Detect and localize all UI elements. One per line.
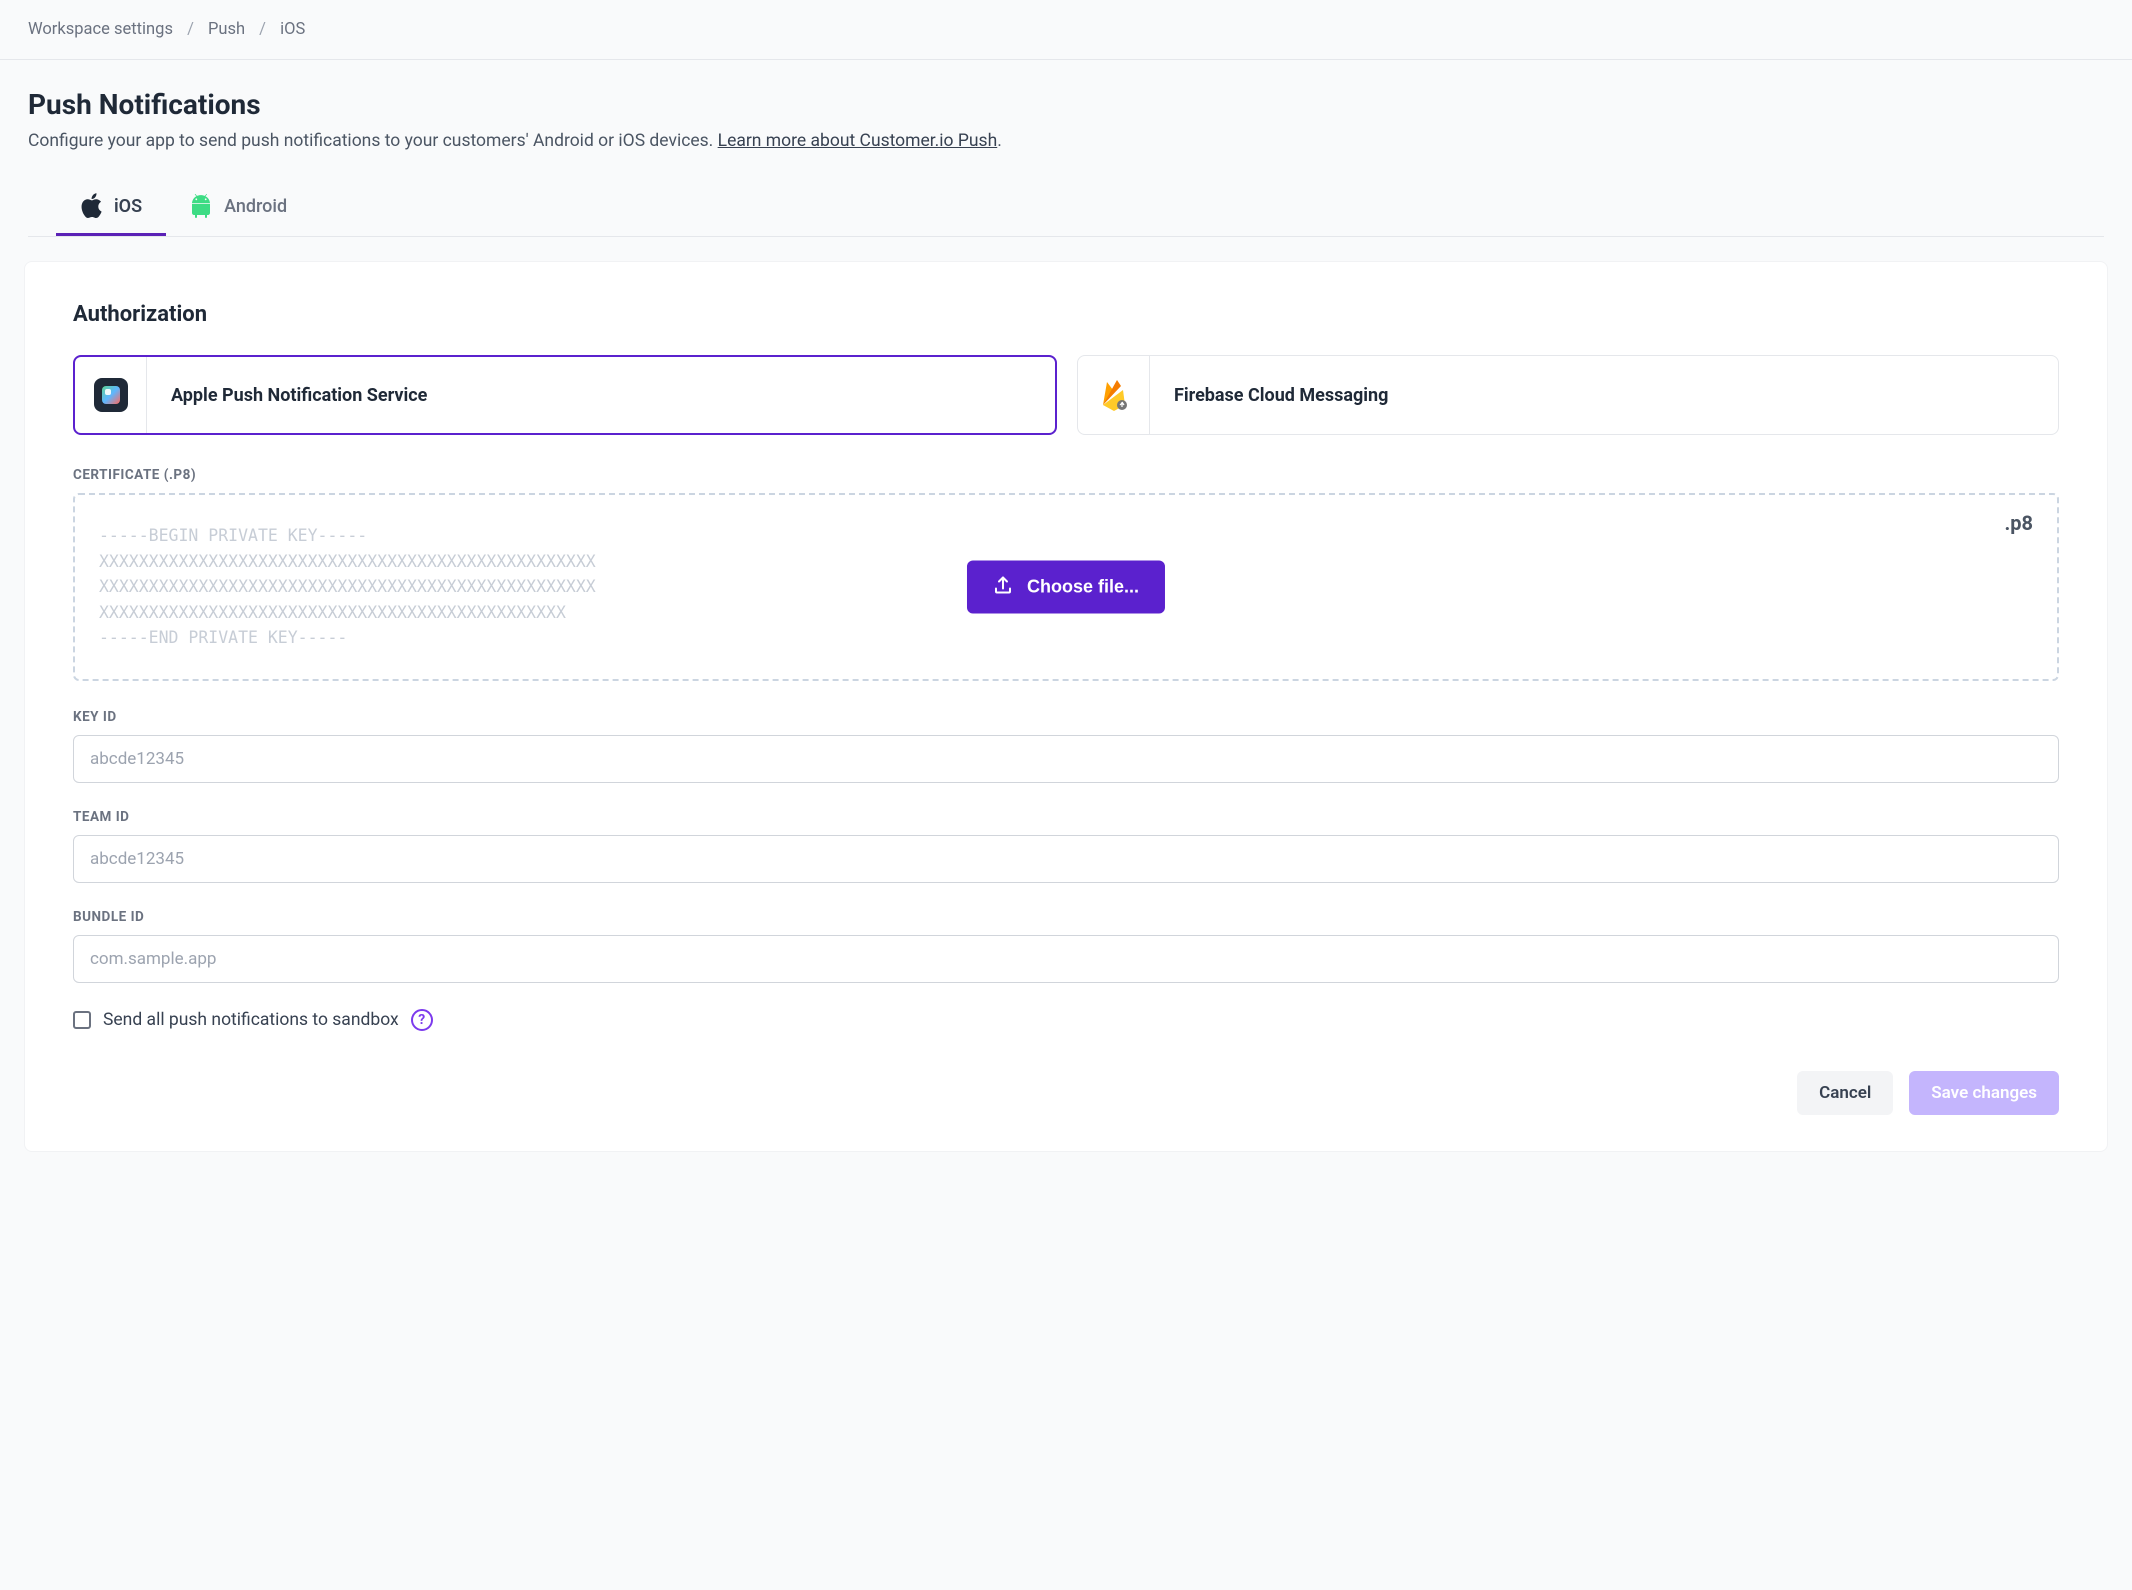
sandbox-label: Send all push notifications to sandbox: [103, 1010, 399, 1030]
bundle-id-field: BUNDLE ID: [73, 909, 2059, 983]
page-desc-suffix: .: [997, 131, 1002, 151]
breadcrumb-separator: /: [259, 20, 266, 39]
save-button[interactable]: Save changes: [1909, 1071, 2059, 1115]
tab-android-label: Android: [224, 196, 287, 217]
fcm-icon-box: [1078, 356, 1150, 434]
key-id-field: KEY ID: [73, 709, 2059, 783]
page-description: Configure your app to send push notifica…: [28, 131, 2104, 151]
dropzone-extension: .p8: [2004, 511, 2033, 535]
provider-fcm-label: Firebase Cloud Messaging: [1150, 385, 1388, 406]
learn-more-link[interactable]: Learn more about Customer.io Push: [718, 131, 998, 151]
apns-icon-box: [75, 357, 147, 433]
certificate-dropzone[interactable]: .p8 -----BEGIN PRIVATE KEY----- XXXXXXXX…: [73, 493, 2059, 681]
sandbox-row: Send all push notifications to sandbox ?: [73, 1009, 2059, 1031]
page-desc-text: Configure your app to send push notifica…: [28, 131, 718, 151]
sandbox-checkbox[interactable]: [73, 1011, 91, 1029]
tab-android[interactable]: Android: [166, 179, 311, 236]
breadcrumb-separator: /: [187, 20, 194, 39]
bundle-id-input[interactable]: [73, 935, 2059, 983]
authorization-title: Authorization: [73, 302, 2059, 327]
tab-ios-label: iOS: [114, 196, 142, 217]
upload-icon: [993, 574, 1013, 599]
breadcrumb-push[interactable]: Push: [208, 20, 245, 39]
key-id-label: KEY ID: [73, 709, 2059, 725]
platform-tabs: iOS Android: [28, 179, 2104, 237]
firebase-icon: [1097, 378, 1131, 412]
certificate-label: CERTIFICATE (.P8): [73, 467, 2059, 483]
page-title: Push Notifications: [28, 88, 2104, 121]
choose-file-button[interactable]: Choose file...: [967, 560, 1165, 613]
page-header: Push Notifications Configure your app to…: [0, 60, 2132, 237]
key-id-input[interactable]: [73, 735, 2059, 783]
provider-row: Apple Push Notification Service Firebase…: [73, 355, 2059, 435]
apns-icon: [94, 378, 128, 412]
provider-card-fcm[interactable]: Firebase Cloud Messaging: [1077, 355, 2059, 435]
choose-file-label: Choose file...: [1027, 576, 1139, 597]
apple-icon: [80, 193, 102, 219]
breadcrumb: Workspace settings / Push / iOS: [0, 0, 2132, 60]
cancel-button[interactable]: Cancel: [1797, 1071, 1893, 1115]
provider-apns-label: Apple Push Notification Service: [147, 385, 427, 406]
help-icon[interactable]: ?: [411, 1009, 433, 1031]
team-id-field: TEAM ID: [73, 809, 2059, 883]
provider-card-apns[interactable]: Apple Push Notification Service: [73, 355, 1057, 435]
team-id-input[interactable]: [73, 835, 2059, 883]
breadcrumb-workspace-settings[interactable]: Workspace settings: [28, 20, 173, 39]
android-icon: [190, 194, 212, 218]
breadcrumb-current: iOS: [280, 20, 305, 39]
bundle-id-label: BUNDLE ID: [73, 909, 2059, 925]
tab-ios[interactable]: iOS: [56, 179, 166, 236]
team-id-label: TEAM ID: [73, 809, 2059, 825]
button-row: Cancel Save changes: [73, 1071, 2059, 1115]
authorization-panel: Authorization Apple Push Notification Se…: [24, 261, 2108, 1152]
